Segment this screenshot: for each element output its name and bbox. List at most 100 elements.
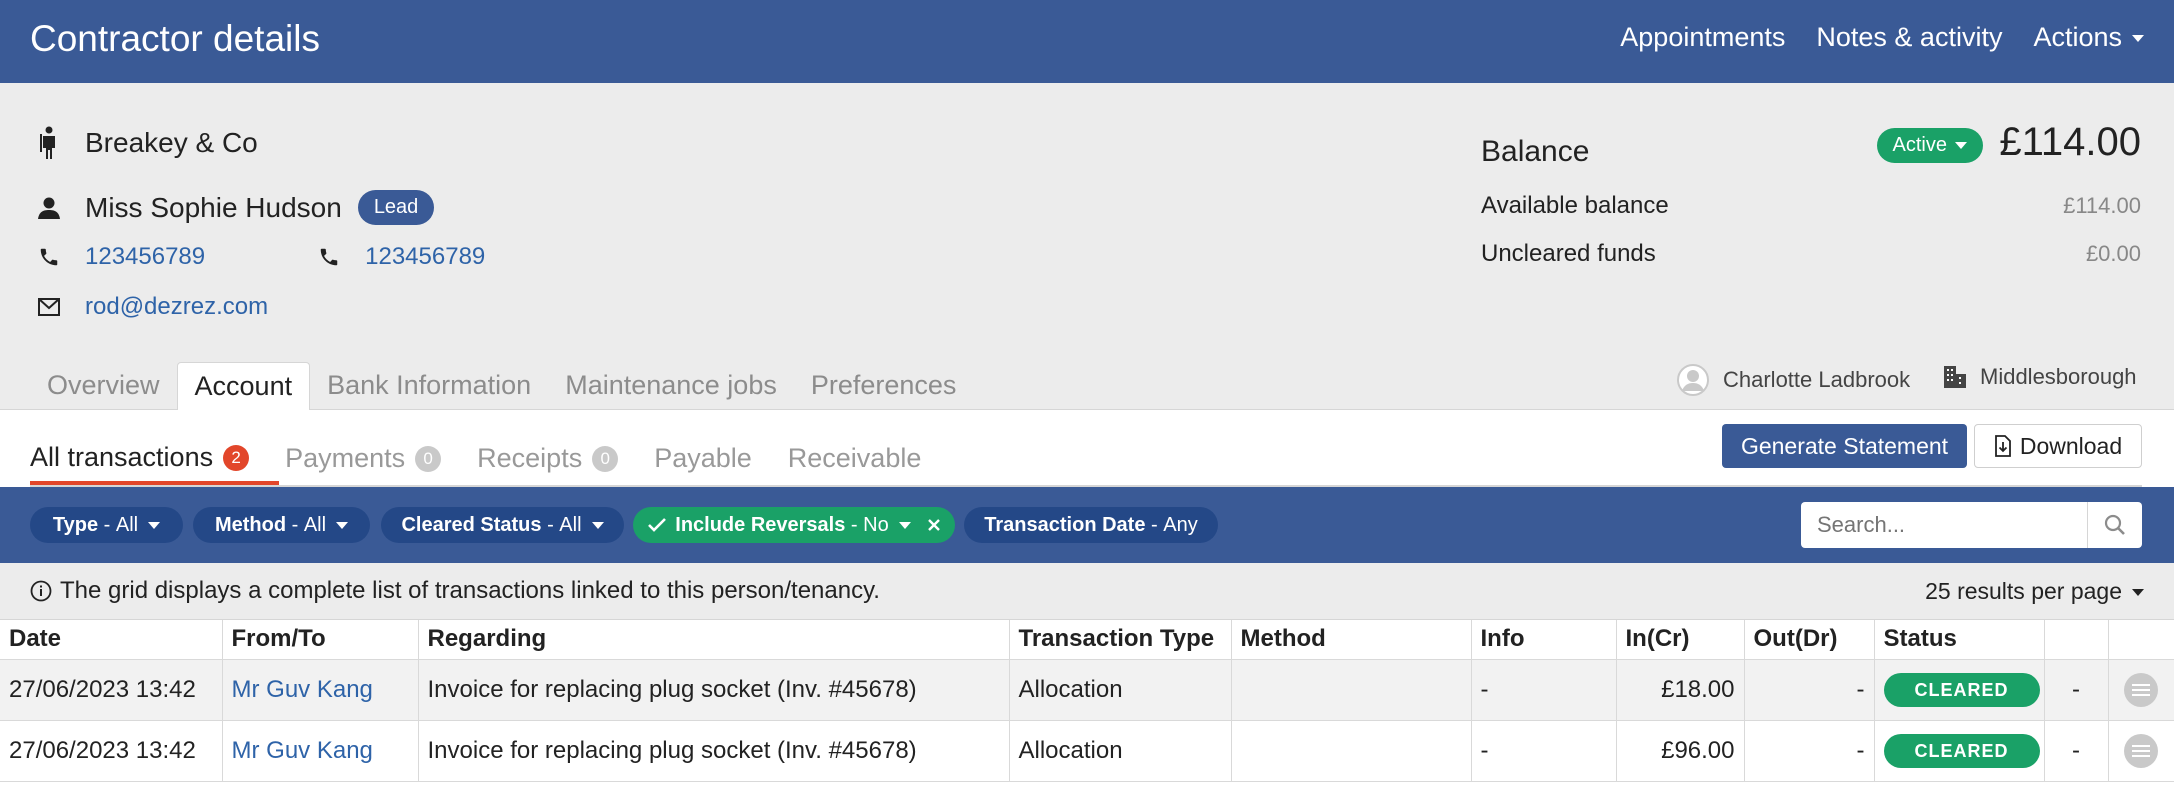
filter-reversals-label: Include Reversals — [675, 513, 846, 536]
tab-bank-information[interactable]: Bank Information — [310, 362, 548, 410]
filter-transaction-date[interactable]: Transaction Date - Any — [964, 507, 1218, 543]
subtab-receivable[interactable]: Receivable — [788, 442, 922, 485]
search-icon — [2104, 514, 2126, 536]
subtab-payments[interactable]: Payments 0 — [285, 442, 442, 485]
cell-type: Allocation — [1009, 659, 1232, 721]
cell-type: Allocation — [1009, 720, 1232, 782]
col-date[interactable]: Date — [0, 620, 223, 660]
subtab-all-transactions[interactable]: All transactions 2 — [30, 442, 280, 485]
generate-statement-button[interactable]: Generate Statement — [1722, 424, 1967, 468]
row-menu-icon[interactable] — [2124, 733, 2158, 768]
count-badge: 0 — [415, 445, 442, 472]
filter-type[interactable]: Type - All — [30, 507, 183, 543]
col-from-to[interactable]: From/To — [222, 620, 419, 660]
filter-bar: Type - All Method - All Cleared Status -… — [0, 487, 2174, 563]
tab-preferences[interactable]: Preferences — [794, 362, 974, 410]
col-out-dr[interactable]: Out(Dr) — [1744, 620, 1875, 660]
phone-icon — [35, 242, 63, 272]
email-row: rod@dezrez.com — [35, 292, 268, 322]
count-badge: 0 — [592, 445, 619, 472]
chevron-down-icon — [336, 521, 349, 529]
cell-in: £18.00 — [1616, 659, 1745, 721]
cell-info: - — [1471, 720, 1617, 782]
chevron-down-icon — [1955, 142, 1967, 150]
status-badge: CLEARED — [1883, 733, 2040, 768]
filter-cleared-label: Cleared Status — [401, 513, 542, 536]
subtab-label: Receipts — [477, 443, 583, 473]
email-link[interactable]: rod@dezrez.com — [85, 293, 268, 321]
status-dropdown[interactable]: Active — [1876, 128, 1983, 163]
nav-actions-dropdown[interactable]: Actions — [2033, 22, 2144, 53]
filter-reversals-value: No — [863, 513, 889, 536]
results-per-page-dropdown[interactable]: 25 results per page — [1925, 578, 2144, 605]
chevron-down-icon — [148, 521, 161, 529]
person-icon — [35, 193, 63, 223]
search-button[interactable] — [2087, 502, 2142, 548]
cell-extra: - — [2044, 659, 2109, 721]
filter-method[interactable]: Method - All — [193, 507, 370, 543]
tab-maintenance-jobs[interactable]: Maintenance jobs — [548, 362, 794, 410]
col-status[interactable]: Status — [1874, 620, 2045, 660]
row-menu-icon[interactable] — [2124, 672, 2158, 707]
main-tabs: Overview Account Bank Information Mainte… — [30, 362, 973, 410]
cell-regarding: Invoice for replacing plug socket (Inv. … — [418, 659, 1010, 721]
branch-info: Middlesborough — [1942, 364, 2137, 390]
tab-overview[interactable]: Overview — [30, 362, 177, 410]
phone-icon — [315, 242, 343, 272]
cell-date: 27/06/2023 13:42 — [0, 659, 223, 721]
cell-from-to[interactable]: Mr Guv Kang — [222, 720, 419, 782]
grid-notice: The grid displays a complete list of tra… — [0, 563, 2174, 620]
negotiator-name: Charlotte Ladbrook — [1723, 367, 1911, 392]
col-method[interactable]: Method — [1231, 620, 1472, 660]
header-nav: Appointments Notes & activity Actions — [1620, 22, 2144, 53]
nav-appointments[interactable]: Appointments — [1620, 22, 1785, 53]
status-badge: CLEARED — [1883, 672, 2040, 707]
branch-name: Middlesborough — [1980, 364, 2137, 389]
filter-date-value: Any — [1163, 513, 1198, 536]
download-button[interactable]: Download — [1974, 424, 2142, 468]
table-row[interactable]: 27/06/2023 13:42 Mr Guv Kang Invoice for… — [0, 659, 2174, 721]
search-box — [1801, 502, 2142, 548]
contact-row: Miss Sophie Hudson Lead — [35, 190, 435, 225]
top-header: Contractor details Appointments Notes & … — [0, 0, 2174, 83]
subtab-label: All transactions — [30, 442, 214, 472]
cell-out: - — [1744, 659, 1875, 721]
subtab-payable[interactable]: Payable — [654, 442, 752, 485]
cell-from-to[interactable]: Mr Guv Kang — [222, 659, 419, 721]
avatar — [1677, 364, 1709, 396]
table-header-row: Date From/To Regarding Transaction Type … — [0, 620, 2174, 660]
results-per-page-label: 25 results per page — [1925, 578, 2122, 604]
filter-type-label: Type — [52, 513, 99, 536]
close-icon[interactable] — [927, 518, 941, 532]
col-regarding[interactable]: Regarding — [418, 620, 1010, 660]
subtab-receipts[interactable]: Receipts 0 — [477, 442, 619, 485]
phone-link-1[interactable]: 123456789 — [85, 243, 205, 271]
contact-name: Miss Sophie Hudson — [85, 191, 342, 223]
nav-actions-label: Actions — [2033, 22, 2122, 52]
col-actions — [2108, 620, 2174, 660]
download-icon — [1994, 435, 2012, 457]
filter-date-label: Transaction Date — [984, 513, 1146, 536]
uncleared-funds-label: Uncleared funds — [1481, 240, 1656, 267]
table-row[interactable]: 27/06/2023 13:42 Mr Guv Kang Invoice for… — [0, 720, 2174, 782]
notice-text: The grid displays a complete list of tra… — [60, 577, 880, 604]
search-input[interactable] — [1801, 502, 2087, 548]
available-balance-value: £114.00 — [2063, 193, 2141, 218]
filter-type-value: All — [115, 513, 139, 536]
col-in-cr[interactable]: In(Cr) — [1616, 620, 1745, 660]
info-icon — [30, 580, 52, 602]
page-title: Contractor details — [30, 18, 320, 59]
filter-cleared-status[interactable]: Cleared Status - All — [381, 507, 624, 543]
cell-out: - — [1744, 720, 1875, 782]
col-transaction-type[interactable]: Transaction Type — [1009, 620, 1232, 660]
nav-notes-activity[interactable]: Notes & activity — [1816, 22, 2002, 53]
transactions-table: Date From/To Regarding Transaction Type … — [0, 620, 2174, 782]
envelope-icon — [35, 292, 63, 322]
tab-account[interactable]: Account — [176, 362, 311, 410]
phone-link-2[interactable]: 123456789 — [365, 243, 485, 271]
cell-in: £96.00 — [1616, 720, 1745, 782]
col-info[interactable]: Info — [1471, 620, 1617, 660]
subtab-label: Payable — [654, 443, 752, 473]
filter-include-reversals[interactable]: Include Reversals - No — [633, 507, 955, 543]
cell-method — [1231, 659, 1472, 721]
